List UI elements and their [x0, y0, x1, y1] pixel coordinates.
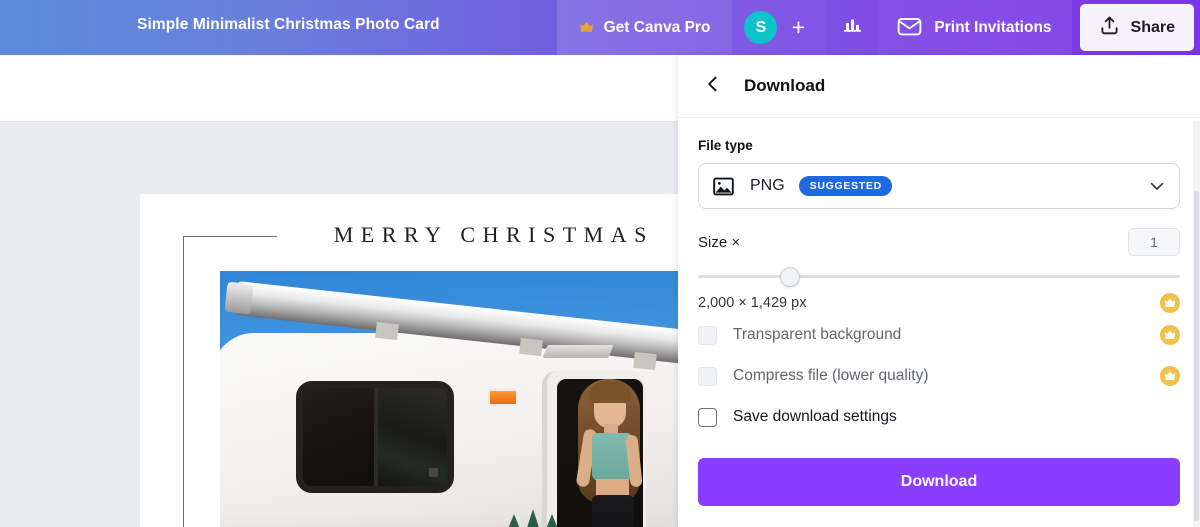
- download-option-label: Transparent background: [733, 326, 902, 343]
- checkbox[interactable]: [698, 407, 717, 427]
- get-canva-pro-label: Get Canva Pro: [603, 18, 711, 36]
- bar-chart-icon: [841, 14, 863, 41]
- avatar-initial: S: [755, 18, 767, 36]
- download-option-row[interactable]: Save download settings: [698, 398, 1180, 436]
- get-canva-pro-button[interactable]: Get Canva Pro: [556, 0, 733, 55]
- crown-icon[interactable]: [1160, 293, 1180, 313]
- checkbox: [698, 325, 717, 345]
- upload-icon: [1099, 15, 1120, 41]
- back-button[interactable]: [698, 71, 728, 101]
- download-panel-body: File type PNG SUGGESTED Size × 1 2,000 ×…: [678, 118, 1200, 506]
- top-toolbar: Simple Minimalist Christmas Photo Card G…: [0, 0, 1200, 55]
- size-label: Size ×: [698, 233, 741, 251]
- pine-icon: [544, 514, 560, 527]
- print-invitations-label: Print Invitations: [934, 18, 1052, 36]
- person-pants: [592, 495, 634, 527]
- size-row: Size × 1: [698, 228, 1180, 256]
- collaborators-group: S +: [732, 0, 828, 55]
- size-slider-thumb[interactable]: [779, 267, 800, 287]
- download-options-list: Transparent background Compress file (low…: [698, 316, 1180, 436]
- size-value-input[interactable]: 1: [1128, 228, 1180, 256]
- title-rule-left: [183, 236, 277, 237]
- plus-icon: +: [791, 14, 806, 40]
- pine-tree-decal: [506, 509, 560, 527]
- file-type-select[interactable]: PNG SUGGESTED: [698, 163, 1180, 209]
- share-label: Share: [1130, 18, 1175, 36]
- design-title[interactable]: Simple Minimalist Christmas Photo Card: [137, 16, 440, 34]
- crown-icon: [579, 21, 594, 34]
- door-vent: [542, 345, 614, 358]
- file-type-label: File type: [698, 138, 753, 153]
- canva-editor-window: Simple Minimalist Christmas Photo Card G…: [0, 0, 1200, 527]
- download-option-row[interactable]: Compress file (lower quality): [698, 357, 1180, 395]
- size-value-text: 1: [1150, 234, 1158, 250]
- suggested-badge: SUGGESTED: [798, 176, 892, 196]
- envelope-icon: [897, 15, 922, 41]
- awning-end-cap: [224, 281, 254, 315]
- download-option-label: Save download settings: [733, 408, 897, 425]
- download-button[interactable]: Download: [698, 458, 1180, 506]
- size-slider-track[interactable]: [698, 275, 1180, 278]
- awning-bracket: [633, 351, 657, 371]
- person-hair-front: [589, 381, 631, 403]
- panel-scrollbar-thumb[interactable]: [1194, 191, 1199, 521]
- checkbox: [698, 366, 717, 386]
- camper-window: [296, 381, 454, 493]
- chevron-down-icon[interactable]: [1148, 177, 1166, 195]
- toolbar-right-group: Get Canva Pro S + Print Invitations Shar…: [556, 0, 1200, 55]
- download-panel-header: Download: [678, 55, 1200, 118]
- download-panel: Download File type PNG SUGGESTED Size × …: [678, 55, 1200, 527]
- download-option[interactable]: Compress file (lower quality): [698, 366, 929, 386]
- file-type-value: PNG: [750, 177, 785, 194]
- size-slider[interactable]: [698, 262, 1180, 290]
- pine-icon: [506, 514, 522, 527]
- person-in-doorway: [568, 379, 654, 527]
- add-collaborator-button[interactable]: +: [783, 11, 813, 44]
- print-invitations-button[interactable]: Print Invitations: [877, 0, 1072, 55]
- awning-bracket: [519, 337, 543, 357]
- awning-bracket: [375, 321, 399, 341]
- pine-icon: [525, 509, 541, 527]
- dimensions-row: 2,000 × 1,429 px: [698, 293, 1180, 313]
- image-icon: [712, 174, 736, 198]
- card-frame-left: [183, 236, 184, 527]
- export-dimensions: 2,000 × 1,429 px: [698, 295, 807, 311]
- download-panel-title: Download: [744, 76, 826, 95]
- download-option[interactable]: Transparent background: [698, 325, 902, 345]
- crown-icon[interactable]: [1160, 325, 1180, 345]
- download-option[interactable]: Save download settings: [698, 407, 897, 427]
- window-latch: [429, 468, 438, 477]
- avatar[interactable]: S: [744, 11, 778, 44]
- download-option-label: Compress file (lower quality): [733, 367, 929, 384]
- share-button[interactable]: Share: [1079, 4, 1194, 51]
- window-divider: [373, 388, 378, 486]
- download-option-row[interactable]: Transparent background: [698, 316, 1180, 354]
- insights-button[interactable]: [827, 0, 878, 55]
- window-pane-left: [303, 388, 374, 486]
- crown-icon[interactable]: [1160, 366, 1180, 386]
- panel-scrollbar-track[interactable]: [1193, 121, 1200, 527]
- marker-light: [488, 389, 518, 406]
- chevron-left-icon: [704, 75, 722, 98]
